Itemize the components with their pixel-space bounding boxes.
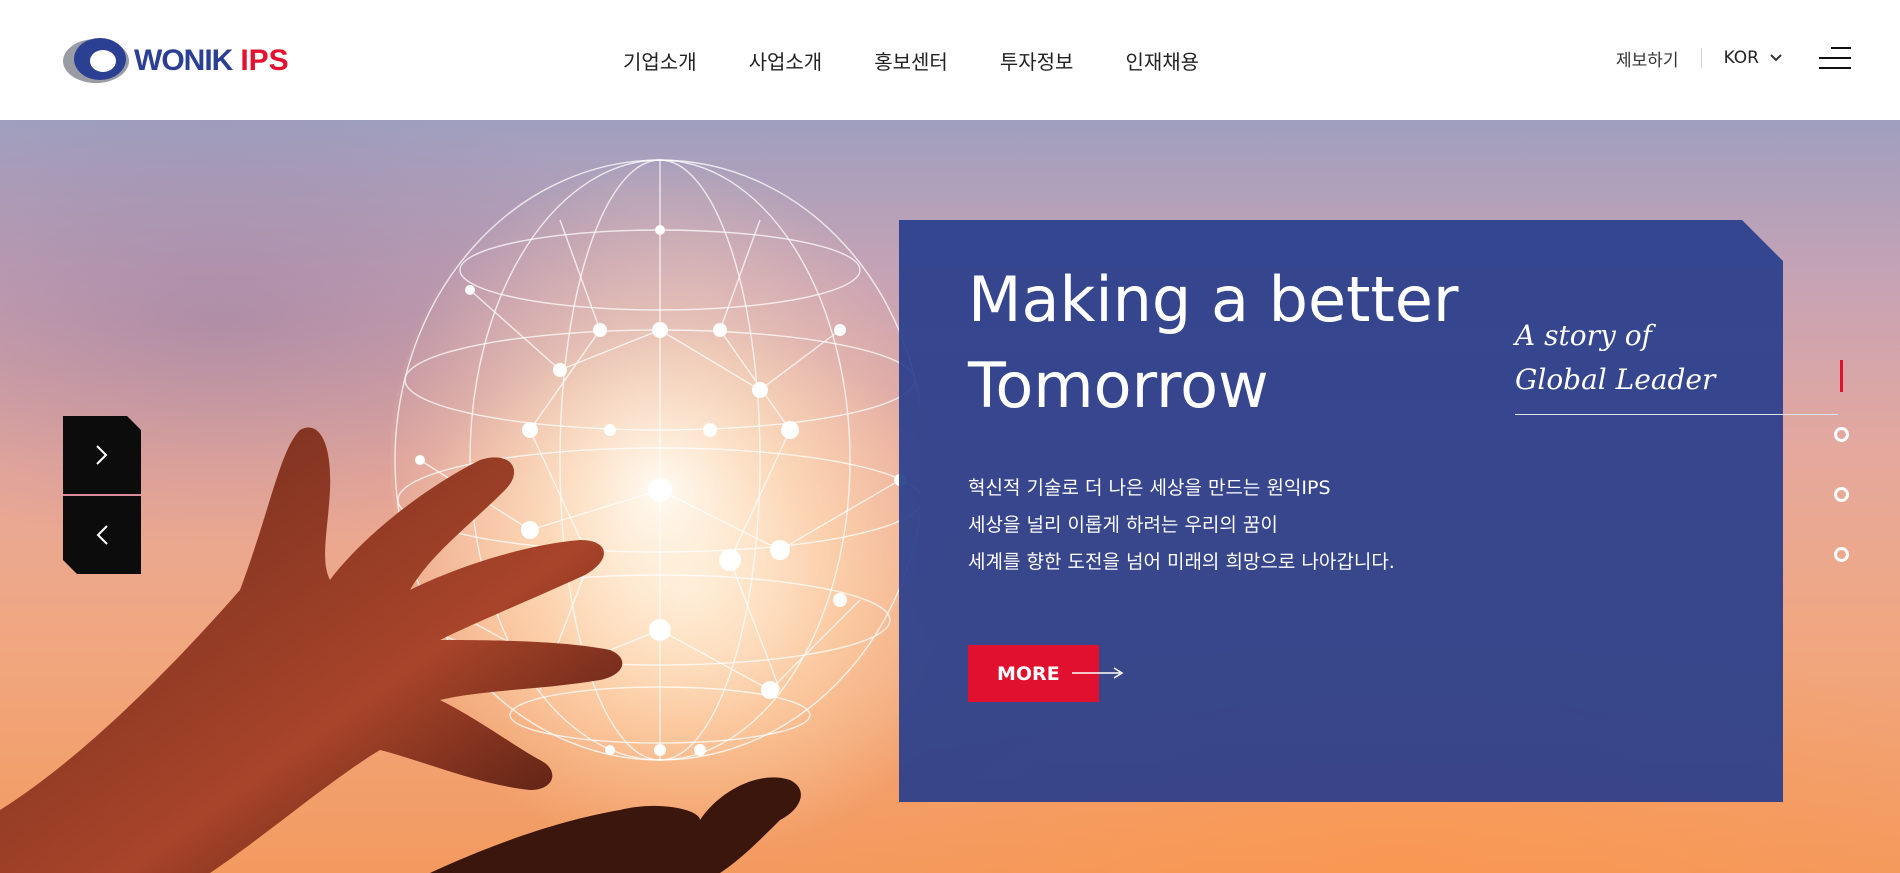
chevron-down-icon (1770, 54, 1782, 62)
nav-item-pr-center[interactable]: 홍보센터 (874, 46, 948, 75)
main-nav: 기업소개 사업소개 홍보센터 투자정보 인재채용 (623, 46, 1251, 75)
headline-line-1: Making a better (968, 263, 1459, 336)
hands-silhouette-image (0, 427, 801, 873)
language-label: KOR (1723, 48, 1759, 68)
utility-bar: 제보하기 KOR (1616, 44, 1851, 72)
hero-slider: Making a better Tomorrow A story of Glob… (0, 120, 1900, 873)
report-link[interactable]: 제보하기 (1616, 46, 1679, 71)
arrow-right-icon (1072, 667, 1124, 679)
nav-item-investor[interactable]: 투자정보 (1000, 46, 1074, 75)
more-button-label: MORE (997, 662, 1060, 685)
wonik-logo-mark-icon (63, 38, 129, 83)
pager-dot[interactable] (1834, 427, 1849, 442)
logo-wordmark: WONIK (134, 44, 233, 77)
chevron-left-icon (96, 525, 108, 545)
wonik-ips-logo[interactable]: WONIK IPS (62, 36, 289, 86)
site-header: WONIK IPS 기업소개 사업소개 홍보센터 투자정보 인재채용 제보하기 … (0, 0, 1900, 120)
prev-slide-button[interactable] (63, 496, 141, 574)
chevron-right-icon (96, 445, 108, 465)
hero-headline: Making a better Tomorrow (968, 257, 1488, 429)
description-line-2: 세상을 널리 이롭게 하려는 우리의 꿈이 (968, 514, 1278, 536)
logo-ips-text: IPS (240, 44, 289, 77)
pager-dot[interactable] (1834, 487, 1849, 502)
next-slide-button[interactable] (63, 416, 141, 494)
description-line-1: 혁신적 기술로 더 나은 세상을 만드는 원익IPS (968, 477, 1331, 499)
pager-dot[interactable] (1834, 547, 1849, 562)
hamburger-menu-icon[interactable] (1819, 44, 1851, 72)
utility-divider (1700, 48, 1702, 68)
nav-item-business[interactable]: 사업소개 (749, 46, 823, 75)
language-selector[interactable]: KOR (1724, 48, 1783, 68)
pager-active-indicator[interactable] (1840, 360, 1843, 392)
description-line-3: 세계를 향한 도전을 넘어 미래의 희망으로 나아갑니다. (968, 551, 1395, 573)
nav-item-company[interactable]: 기업소개 (623, 46, 697, 75)
hero-description: 혁신적 기술로 더 나은 세상을 만드는 원익IPS 세상을 널리 이롭게 하려… (968, 470, 1395, 581)
tagline-underline (1515, 414, 1838, 415)
story-line-2: Global Leader (1515, 363, 1716, 396)
story-line-1: A story of (1515, 319, 1652, 352)
story-tagline: A story of Global Leader (1515, 314, 1715, 402)
nav-item-careers[interactable]: 인재채용 (1125, 46, 1199, 75)
headline-line-2: Tomorrow (968, 349, 1269, 422)
arrow-divider (63, 494, 141, 496)
